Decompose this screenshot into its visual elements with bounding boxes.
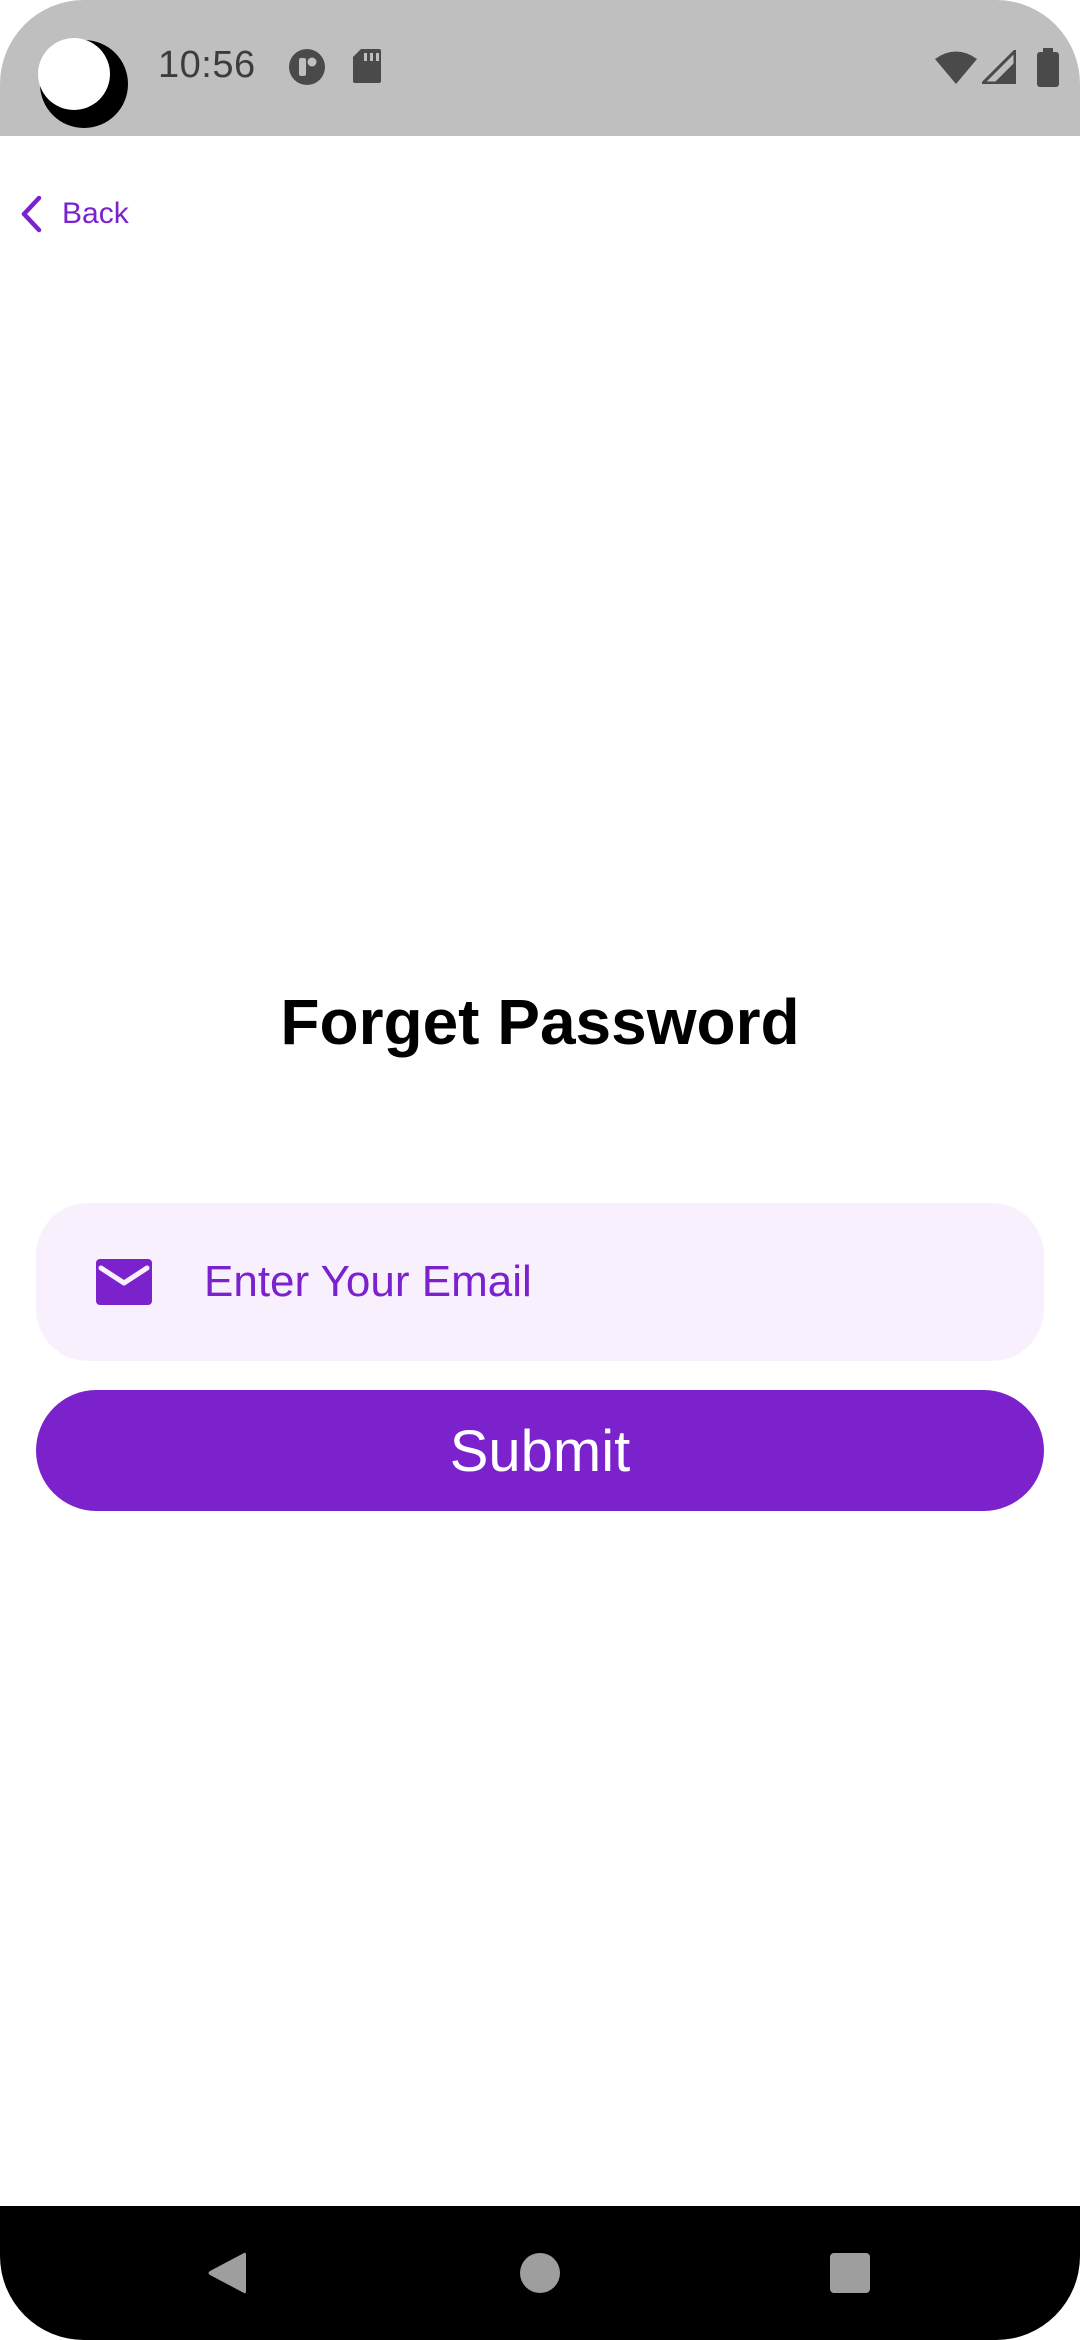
wifi-icon: [935, 51, 977, 84]
status-time: 10:56: [158, 44, 256, 86]
system-nav-bar: [0, 2206, 1080, 2340]
app-notification-icon: [289, 49, 325, 85]
back-button[interactable]: Back: [18, 190, 129, 238]
sd-card-icon: [353, 49, 381, 83]
system-back-button[interactable]: [166, 2206, 286, 2340]
recents-square-icon: [830, 2253, 870, 2293]
email-field[interactable]: [36, 1203, 1044, 1361]
mail-icon: [96, 1259, 152, 1305]
status-bar: 10:56: [0, 0, 1080, 136]
page-title: Forget Password: [280, 986, 800, 1058]
battery-icon: [1037, 48, 1059, 87]
submit-button[interactable]: Submit: [36, 1390, 1044, 1511]
camera-cutout-icon: [38, 38, 128, 128]
home-circle-icon: [520, 2253, 560, 2293]
back-triangle-icon: [208, 2252, 246, 2294]
email-input[interactable]: [202, 1256, 986, 1308]
cell-signal-icon: [982, 50, 1016, 84]
back-label: Back: [62, 197, 129, 230]
system-recents-button[interactable]: [790, 2206, 910, 2340]
chevron-left-icon: [21, 195, 42, 233]
forget-password-screen: 10:56 Back Forget Password Enter Your Em…: [0, 0, 1080, 2340]
system-home-button[interactable]: [480, 2206, 600, 2340]
